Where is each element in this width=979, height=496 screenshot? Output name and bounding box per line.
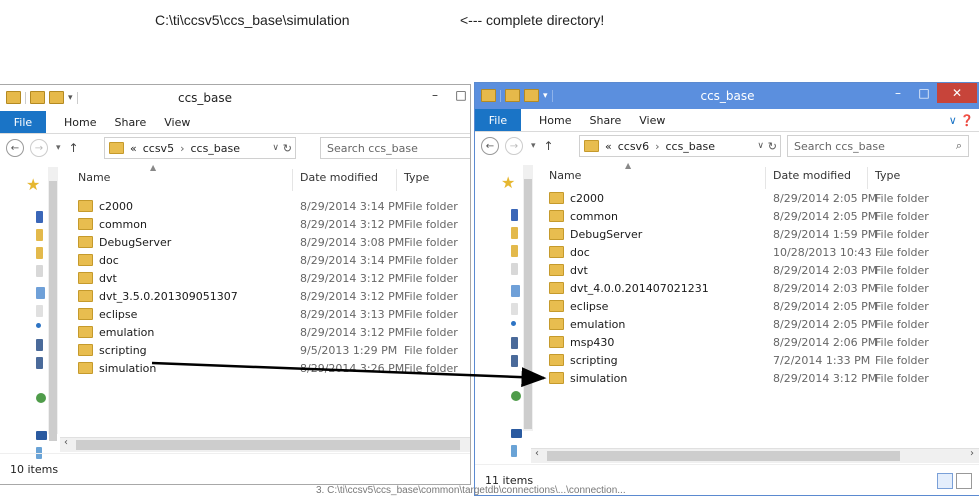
partial-footnote: 3. C:\ti\ccsv5\ccs_base\common\targetdb\…: [316, 485, 626, 496]
annotation-arrow: [151, 361, 547, 388]
